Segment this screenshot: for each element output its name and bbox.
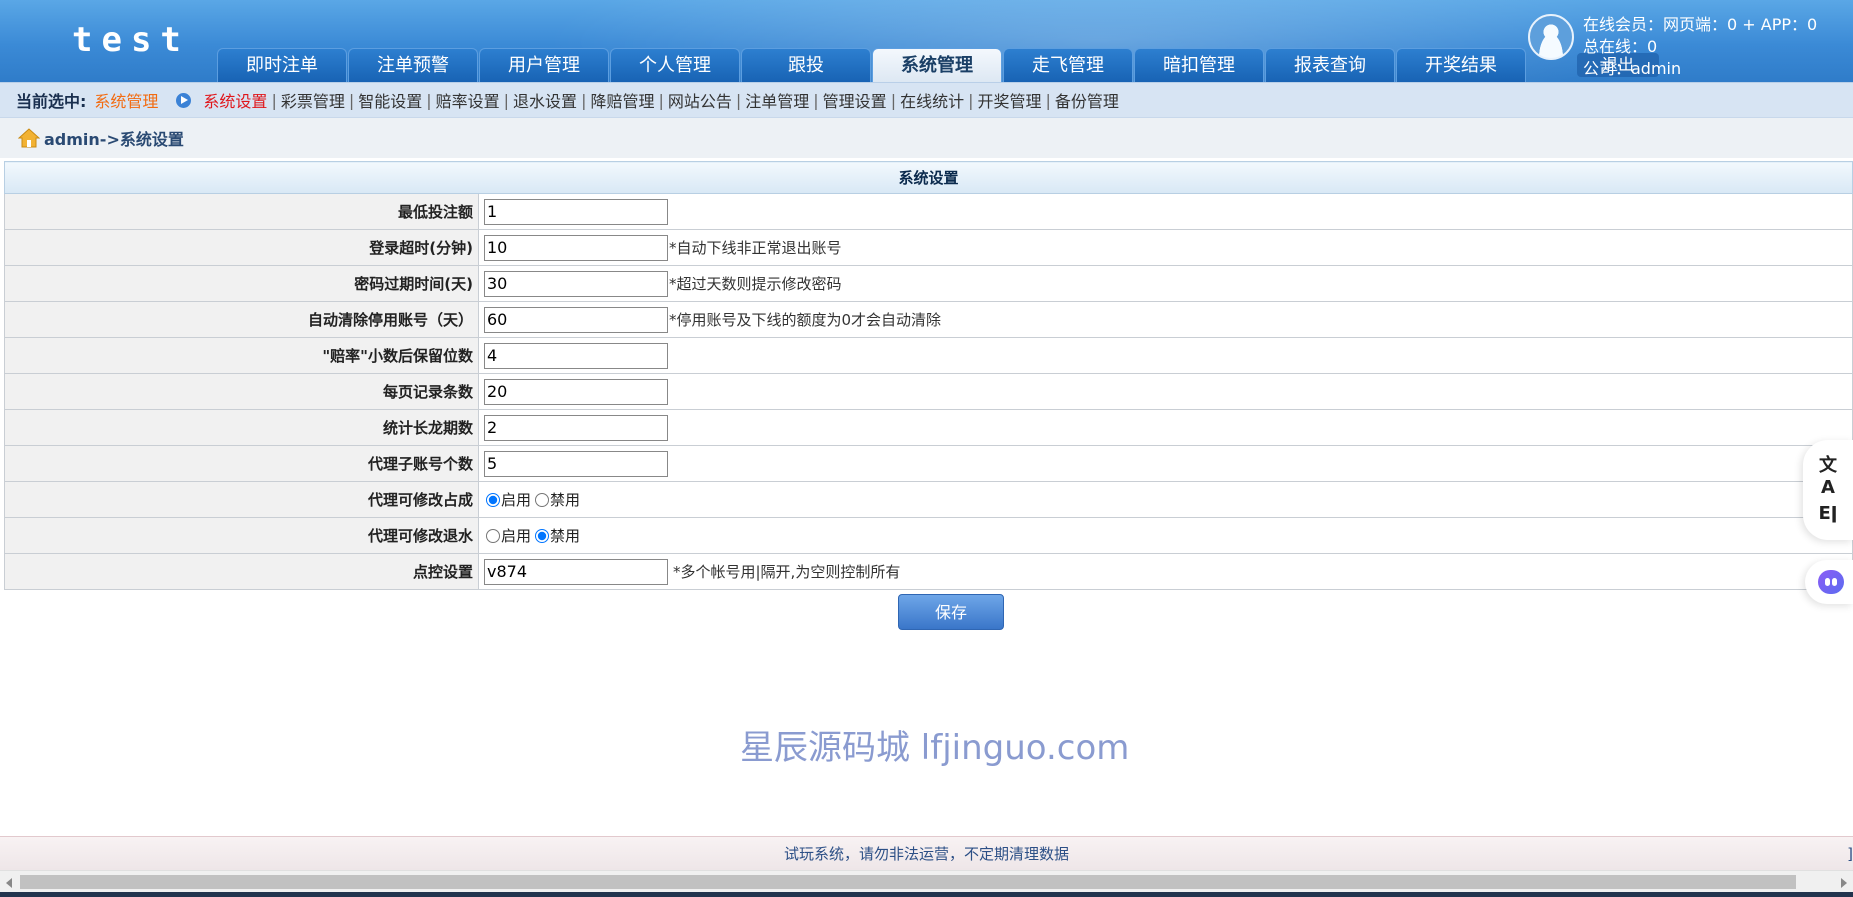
settings-table: 系统设置 最低投注额 登录超时(分钟) *自动下线非正常退出账号 密码过期时间(… (4, 161, 1853, 590)
user-info: 在线会员：网页端：0 + APP：0 总在线：0 公司：admin (1583, 14, 1817, 80)
subnav-item-admin-settings[interactable]: 管理设置 (823, 88, 887, 112)
agent-rebate-label: 代理可修改退水 (4, 517, 479, 554)
nav-tab-reports[interactable]: 报表查询 (1265, 48, 1395, 82)
save-button[interactable]: 保存 (898, 594, 1004, 630)
nav-tab-user-management[interactable]: 用户管理 (479, 48, 609, 82)
odds-decimals-input[interactable] (484, 342, 668, 369)
scroll-left-icon[interactable] (6, 878, 12, 888)
breadcrumb-text: admin->系统设置 (44, 130, 184, 149)
floating-toolbar: 文A Eǀ (1803, 440, 1853, 540)
auto-clear-input[interactable] (484, 306, 668, 333)
horizontal-scrollbar[interactable] (0, 870, 1853, 892)
agent-share-disable-radio[interactable] (535, 492, 550, 507)
assistant-button[interactable] (1805, 560, 1853, 604)
table-row: "赔率"小数后保留位数 (4, 337, 1853, 374)
subnav-item-odds-settings[interactable]: 赔率设置 (436, 88, 500, 112)
password-expiry-hint: *超过天数则提示修改密码 (669, 275, 842, 293)
long-dragon-label: 统计长龙期数 (4, 409, 479, 446)
table-row: 登录超时(分钟) *自动下线非正常退出账号 (4, 229, 1853, 266)
taskbar-edge (0, 892, 1853, 897)
settings-title-row: 系统设置 (4, 161, 1853, 194)
agent-rebate-disable-radio[interactable] (535, 528, 550, 543)
nav-tab-instant-bets[interactable]: 即时注单 (217, 48, 347, 82)
login-timeout-input[interactable] (484, 234, 668, 261)
agent-share-label: 代理可修改占成 (4, 481, 479, 518)
subnav-item-backup-management[interactable]: 备份管理 (1055, 88, 1119, 112)
subnav-item-bet-management[interactable]: 注单管理 (745, 88, 809, 112)
password-expiry-input[interactable] (484, 270, 668, 297)
table-row: 统计长龙期数 (4, 409, 1853, 446)
scroll-right-icon[interactable] (1841, 878, 1847, 888)
agent-rebate-enable-radio[interactable] (486, 528, 500, 543)
table-row: 代理子账号个数 (4, 445, 1853, 482)
current-selection-value: 系统管理 (94, 92, 159, 111)
min-bet-input[interactable] (484, 198, 668, 225)
footer-notice: 试玩系统，请勿非法运营，不定期清理数据 (783, 845, 1069, 863)
current-selection-label: 当前选中: (16, 92, 87, 111)
nav-tab-bet-alert[interactable]: 注单预警 (348, 48, 478, 82)
home-icon (18, 128, 40, 148)
point-control-input[interactable] (484, 558, 668, 585)
table-row: 密码过期时间(天) *超过天数则提示修改密码 (4, 265, 1853, 302)
app-window: test 即时注单 注单预警 用户管理 个人管理 跟投 系统管理 走飞管理 暗扣… (0, 0, 1853, 897)
agent-rebate-enable-label: 启用 (501, 527, 532, 545)
page-size-input[interactable] (484, 378, 668, 405)
nav-tab-fly-management[interactable]: 走飞管理 (1003, 48, 1133, 82)
subnav-item-site-announcement[interactable]: 网站公告 (668, 88, 732, 112)
nav-tab-hidden-deduction[interactable]: 暗扣管理 (1134, 48, 1264, 82)
long-dragon-input[interactable] (484, 414, 668, 441)
subnav-item-draw-management[interactable]: 开奖管理 (977, 88, 1041, 112)
subnav-item-smart-settings[interactable]: 智能设置 (358, 88, 422, 112)
play-icon (176, 92, 192, 108)
nav-tab-follow-bet[interactable]: 跟投 (741, 48, 871, 82)
nav-tab-draw-results[interactable]: 开奖结果 (1396, 48, 1526, 82)
agent-share-enable-label: 启用 (501, 491, 532, 509)
sub-accounts-label: 代理子账号个数 (4, 445, 479, 482)
footer: 试玩系统，请勿非法运营，不定期清理数据 ] (0, 836, 1853, 870)
login-timeout-label: 登录超时(分钟) (4, 229, 479, 266)
avatar (1528, 14, 1574, 60)
main-nav: 即时注单 注单预警 用户管理 个人管理 跟投 系统管理 走飞管理 暗扣管理 报表… (217, 48, 1526, 82)
logo: test (72, 20, 190, 60)
agent-share-enable-radio[interactable] (486, 492, 500, 507)
auto-clear-hint: *停用账号及下线的额度为0才会自动清除 (669, 311, 942, 329)
agent-rebate-disable-label: 禁用 (550, 527, 581, 545)
footer-right-mark: ] (1847, 845, 1853, 863)
reader-icon[interactable]: Eǀ (1817, 503, 1839, 525)
nav-tab-personal-management[interactable]: 个人管理 (610, 48, 740, 82)
login-timeout-hint: *自动下线非正常退出账号 (669, 239, 842, 257)
table-row: 代理可修改退水 启用 禁用 (4, 517, 1853, 554)
auto-clear-label: 自动清除停用账号（天） (4, 301, 479, 338)
header: test 即时注单 注单预警 用户管理 个人管理 跟投 系统管理 走飞管理 暗扣… (0, 0, 1853, 82)
sub-accounts-input[interactable] (484, 450, 668, 477)
company-text: 公司：admin (1583, 59, 1682, 78)
table-row: 代理可修改占成 启用 禁用 (4, 481, 1853, 518)
subnav-item-system-settings[interactable]: 系统设置 (203, 88, 267, 112)
breadcrumb: admin->系统设置 (0, 118, 1853, 158)
point-control-hint: *多个帐号用|隔开,为空则控制所有 (673, 563, 901, 581)
watermark-text: 星辰源码城 lfjinguo.com (740, 728, 1130, 768)
nav-tab-system-management[interactable]: 系统管理 (872, 48, 1002, 82)
scrollbar-thumb[interactable] (20, 875, 1796, 889)
min-bet-label: 最低投注额 (4, 193, 479, 230)
subnav-item-rebate-settings[interactable]: 退水设置 (513, 88, 577, 112)
assistant-icon (1818, 570, 1844, 594)
table-row: 自动清除停用账号（天） *停用账号及下线的额度为0才会自动清除 (4, 301, 1853, 338)
password-expiry-label: 密码过期时间(天) (4, 265, 479, 302)
sub-nav: 当前选中: 系统管理 系统设置 | 彩票管理 | 智能设置 | 赔率设置 | 退水设置 |… (0, 82, 1853, 118)
total-online-text: 总在线：0 (1583, 37, 1658, 56)
settings-title: 系统设置 (4, 161, 1853, 194)
subnav-item-online-stats[interactable]: 在线统计 (900, 88, 964, 112)
table-row: 点控设置 *多个帐号用|隔开,为空则控制所有 (4, 553, 1853, 590)
online-members-text: 在线会员：网页端：0 + APP：0 (1583, 15, 1818, 34)
translate-icon[interactable]: 文A (1817, 455, 1839, 498)
table-row: 最低投注额 (4, 193, 1853, 230)
table-row: 每页记录条数 (4, 373, 1853, 410)
subnav-item-odds-reduction[interactable]: 降赔管理 (590, 88, 654, 112)
point-control-label: 点控设置 (4, 553, 479, 590)
subnav-item-lottery-management[interactable]: 彩票管理 (281, 88, 345, 112)
agent-share-disable-label: 禁用 (550, 491, 581, 509)
page-size-label: 每页记录条数 (4, 373, 479, 410)
odds-decimals-label: "赔率"小数后保留位数 (4, 337, 479, 374)
